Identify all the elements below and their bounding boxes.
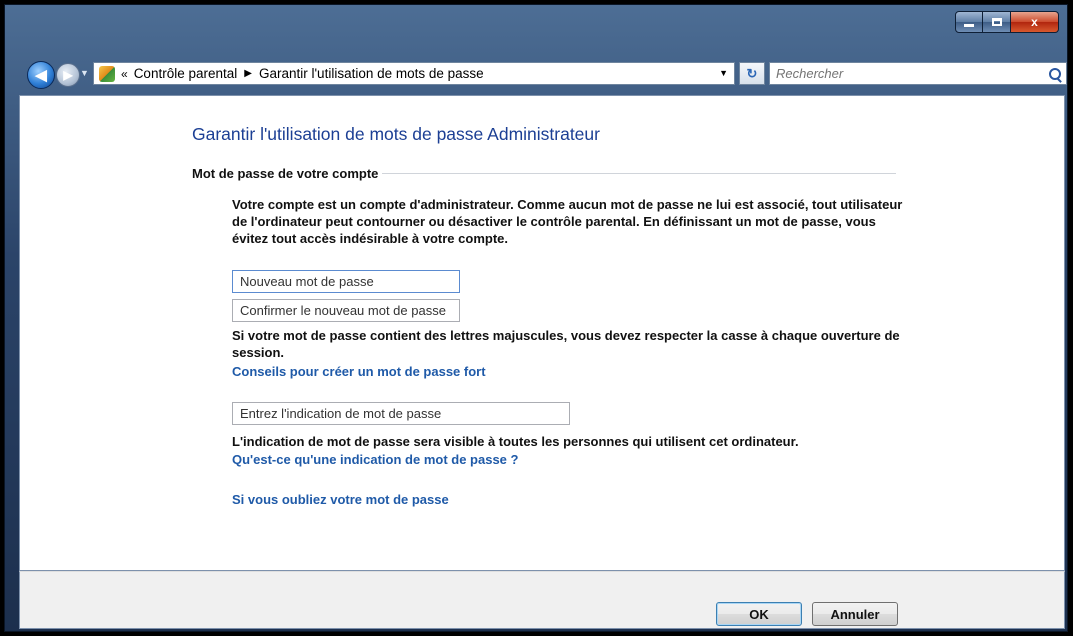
minimize-icon <box>964 23 974 27</box>
back-button[interactable]: ◀ <box>27 61 55 89</box>
group-divider <box>382 173 896 174</box>
search-icon[interactable] <box>1044 67 1066 80</box>
close-icon: x <box>1031 15 1038 29</box>
case-sensitivity-note: Si votre mot de passe contient des lettr… <box>232 328 900 360</box>
parental-controls-icon <box>99 65 115 82</box>
group-label: Mot de passe de votre compte <box>192 166 379 181</box>
back-arrow-icon: ◀ <box>35 67 47 84</box>
window: x ◀ ▶ ▼ « Contrôle parental ▶ Garantir l… <box>4 4 1068 632</box>
password-hint-field[interactable] <box>232 402 570 425</box>
address-bar[interactable]: « Contrôle parental ▶ Garantir l'utilisa… <box>93 62 735 85</box>
minimize-button[interactable] <box>955 11 983 33</box>
hint-visibility-note: L'indication de mot de passe sera visibl… <box>232 434 799 449</box>
breadcrumb-item-controle-parental[interactable]: Contrôle parental <box>134 66 238 81</box>
strong-password-tips-link[interactable]: Conseils pour créer un mot de passe fort <box>232 364 486 379</box>
search-input[interactable] <box>770 64 1044 83</box>
breadcrumb-overflow-button[interactable]: « <box>121 67 128 81</box>
breadcrumb-item-current[interactable]: Garantir l'utilisation de mots de passe <box>259 66 484 81</box>
forward-arrow-icon: ▶ <box>63 68 73 82</box>
breadcrumb-separator-icon[interactable]: ▶ <box>244 68 252 79</box>
group-header: Mot de passe de votre compte <box>192 166 896 181</box>
intro-text: Votre compte est un compte d'administrat… <box>232 197 903 246</box>
page-title: Garantir l'utilisation de mots de passe … <box>192 124 600 144</box>
address-dropdown-icon[interactable]: ▼ <box>719 68 728 78</box>
new-password-field[interactable] <box>232 270 460 293</box>
search-box <box>769 62 1067 85</box>
ok-button[interactable]: OK <box>716 602 802 626</box>
content-area: Garantir l'utilisation de mots de passe … <box>19 95 1065 571</box>
close-button[interactable]: x <box>1011 11 1059 33</box>
refresh-icon: ↻ <box>746 65 758 81</box>
password-hint-help-link[interactable]: Qu'est-ce qu'une indication de mot de pa… <box>232 452 518 467</box>
forward-button[interactable]: ▶ <box>56 63 80 87</box>
forgot-password-link[interactable]: Si vous oubliez votre mot de passe <box>232 492 449 507</box>
refresh-button[interactable]: ↻ <box>739 62 765 85</box>
cancel-button[interactable]: Annuler <box>812 602 898 626</box>
recent-pages-dropdown[interactable]: ▼ <box>80 68 89 78</box>
confirm-password-field[interactable] <box>232 299 460 322</box>
button-bar: OK Annuler <box>19 571 1065 629</box>
caption-buttons: x <box>955 11 1059 33</box>
navigation-bar: ◀ ▶ ▼ « Contrôle parental ▶ Garantir l'u… <box>27 61 1067 89</box>
maximize-icon <box>991 18 1002 26</box>
maximize-button[interactable] <box>983 11 1011 33</box>
